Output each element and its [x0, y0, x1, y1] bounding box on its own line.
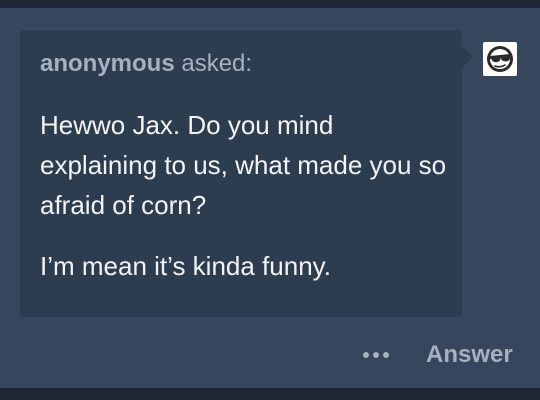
ellipsis-icon [363, 352, 389, 358]
answer-button[interactable]: Answer [426, 340, 513, 370]
asker-suffix: asked: [174, 50, 253, 77]
anonymous-avatar[interactable] [483, 42, 517, 76]
asker-name: anonymous [40, 50, 175, 77]
ask-bubble-tail [462, 46, 473, 68]
question-text: Hewwo Jax. Do you mind explaining to us,… [40, 110, 447, 220]
asker-line: anonymous asked: [40, 48, 252, 80]
anonymous-sunglasses-icon [487, 46, 513, 72]
top-edge [0, 0, 540, 8]
bottom-edge [0, 388, 540, 400]
question-text-2: I’m mean it’s kinda funny. [40, 251, 331, 281]
more-options-button[interactable] [362, 343, 402, 367]
